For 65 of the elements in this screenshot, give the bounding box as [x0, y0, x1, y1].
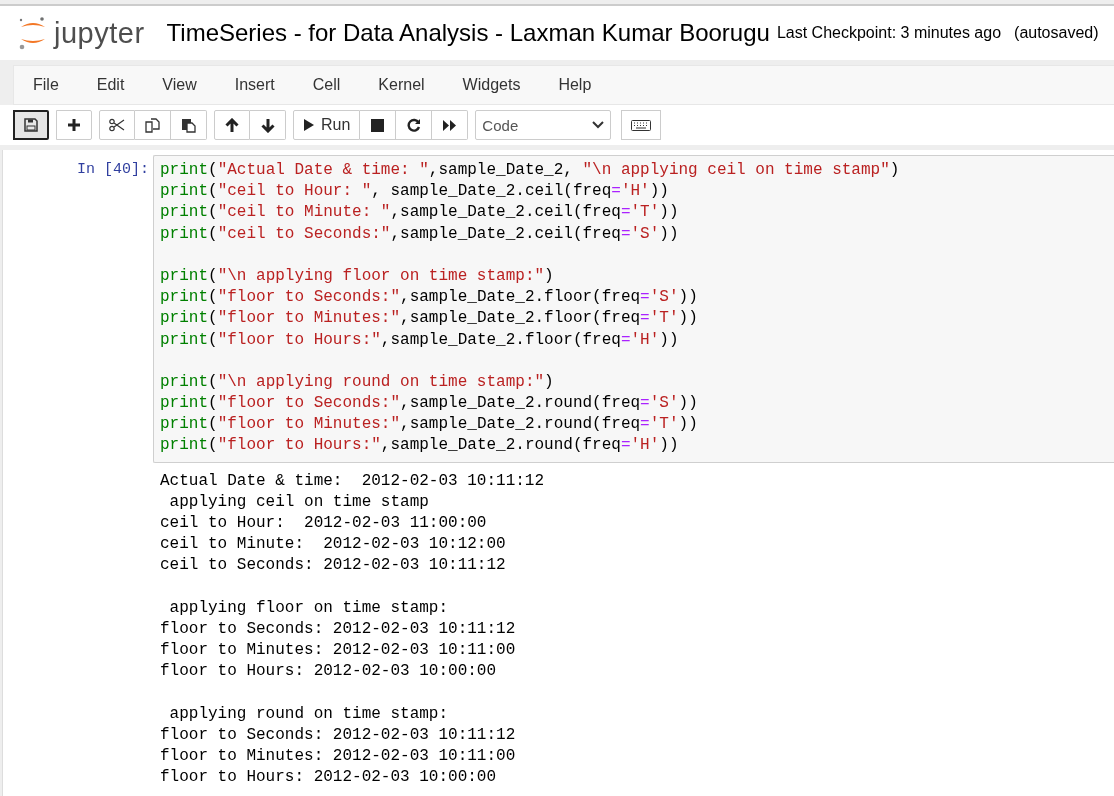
keyboard-shortcuts-button[interactable]	[621, 110, 662, 140]
output-line: ceil to Minute: 2012-02-03 10:12:00	[160, 534, 507, 556]
menu-item[interactable]: View	[162, 76, 216, 94]
menu-item[interactable]: Kernel	[378, 76, 444, 94]
output-line: applying round on time stamp:	[168, 703, 450, 725]
insert-cell-button[interactable]	[56, 110, 92, 140]
output-line: Actual Date & time: 2012-02-03 10:11:12	[160, 470, 546, 492]
output-line: ceil to Hour: 2012-02-03 11:00:00	[160, 513, 488, 534]
code-line: print("ceil to Hour: ", sample_Date_2.ceil(freq='H'))	[160, 181, 670, 203]
code-line: print("Actual Date & time: ",sample_Date_2, "\n applying ceil on time stamp")	[160, 160, 901, 181]
menu-item[interactable]: Edit	[96, 76, 144, 94]
output-line: ceil to Seconds: 2012-02-03 10:11:12	[160, 555, 507, 577]
paste-button[interactable]	[171, 110, 207, 140]
menu-item[interactable]: Insert	[234, 76, 294, 94]
code-line: print("floor to Minutes:",sample_Date_2.round(freq='T'))	[160, 414, 699, 436]
code-line: print("ceil to Minute: ",sample_Date_2.ceil(freq='T'))	[160, 202, 680, 224]
code-line: print("\n applying round on time stamp:")	[160, 371, 555, 393]
output-line: floor to Seconds: 2012-02-03 10:11:12	[160, 618, 517, 640]
output-line: floor to Minutes: 2012-02-03 10:11:00	[160, 640, 517, 662]
menu-item[interactable]: Widgets	[462, 76, 540, 94]
notebook-title[interactable]: TimeSeries - for Data Analysis - Laxman Kumar Boorugu	[166, 19, 770, 47]
scissors-icon	[109, 118, 125, 132]
save-icon	[24, 118, 38, 132]
copy-icon	[145, 117, 160, 133]
play-icon	[303, 118, 315, 132]
code-line: print("\n applying floor on time stamp:")	[160, 265, 555, 287]
save-button[interactable]	[13, 110, 49, 140]
code-line: print("floor to Minutes:",sample_Date_2.floor(freq='T'))	[160, 308, 699, 330]
restart-button[interactable]	[396, 110, 433, 140]
output-line: applying ceil on time stamp	[168, 491, 430, 513]
output-line: floor to Hours: 2012-02-03 10:00:00	[160, 767, 498, 789]
output-line: applying floor on time stamp:	[168, 597, 450, 619]
arrow-down-icon	[260, 117, 275, 133]
move-up-button[interactable]	[214, 110, 250, 140]
run-button[interactable]: Run	[293, 110, 361, 140]
chevron-down-icon	[592, 121, 605, 129]
code-editor[interactable]	[153, 155, 1114, 463]
code-line: print("ceil to Seconds:",sample_Date_2.ceil(freq='S'))	[160, 223, 680, 245]
output-line: floor to Minutes: 2012-02-03 10:11:00	[160, 746, 517, 768]
code-line: print("floor to Seconds:",sample_Date_2.floor(freq='S'))	[160, 287, 699, 309]
plus-icon	[67, 118, 81, 132]
arrow-up-icon	[225, 117, 239, 133]
output-line: floor to Seconds: 2012-02-03 10:11:12	[160, 724, 517, 746]
stop-icon	[371, 118, 385, 132]
menu-item[interactable]: Help	[558, 76, 611, 94]
stop-button[interactable]	[360, 110, 397, 140]
paste-icon	[181, 117, 196, 133]
autosave-status: (autosaved)	[1014, 24, 1099, 42]
keyboard-icon	[631, 119, 652, 131]
run-all-button[interactable]	[432, 110, 469, 140]
code-line: print("floor to Hours:",sample_Date_2.floor(freq='H'))	[160, 329, 680, 351]
menu-item[interactable]: File	[33, 76, 78, 94]
menu-item[interactable]: Cell	[312, 76, 360, 94]
code-line: print("floor to Seconds:",sample_Date_2.round(freq='S'))	[160, 393, 699, 415]
checkpoint-status: Last Checkpoint: 3 minutes ago	[776, 24, 1002, 42]
restart-icon	[406, 118, 421, 132]
cell-type-dropdown[interactable]: Code	[475, 110, 612, 140]
fast-forward-icon	[442, 118, 458, 132]
code-line: print("floor to Hours:",sample_Date_2.round(freq='H'))	[160, 435, 680, 457]
logo-text[interactable]: jupyter	[54, 16, 145, 50]
output-line: floor to Hours: 2012-02-03 10:00:00	[160, 661, 498, 683]
copy-button[interactable]	[135, 110, 171, 140]
cut-button[interactable]	[99, 110, 135, 140]
input-prompt: In [40]:	[76, 160, 150, 180]
move-down-button[interactable]	[250, 110, 286, 140]
